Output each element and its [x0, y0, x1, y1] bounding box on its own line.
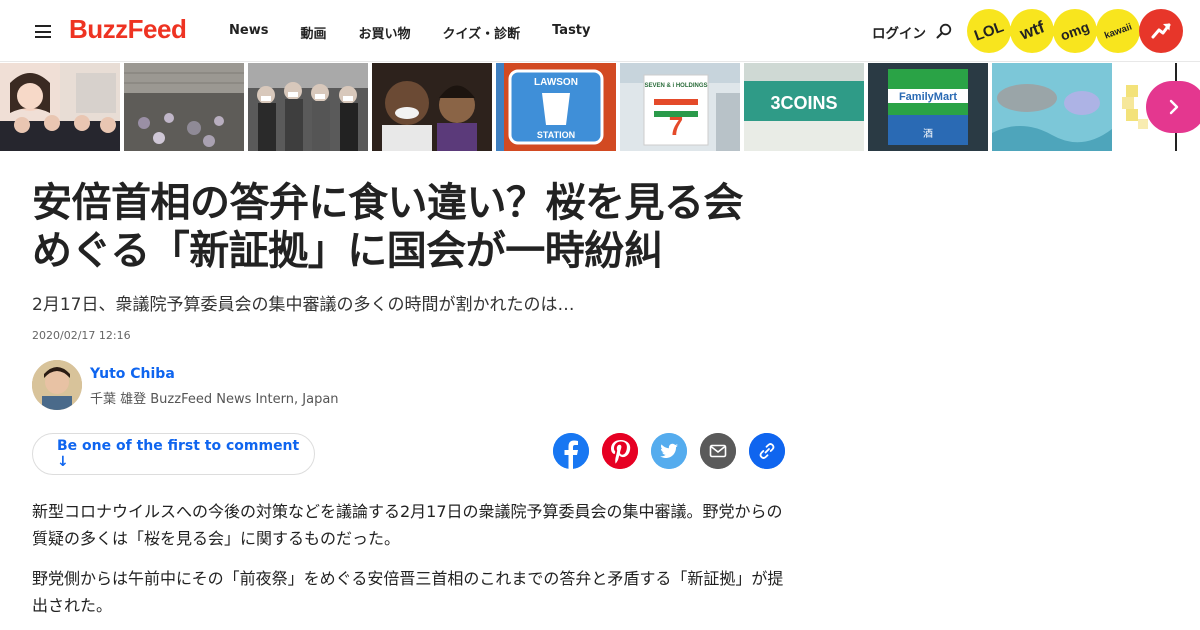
- thumb-3coins-image: 3COINS: [744, 63, 864, 151]
- thumb-sea-creature[interactable]: [992, 63, 1112, 151]
- thumb-sea-creature-image: [992, 63, 1112, 151]
- badge-lol[interactable]: LOL: [967, 9, 1011, 53]
- thumb-familymart[interactable]: FamilyMart 酒: [868, 63, 988, 151]
- trending-image-strip: LAWSON STATION SEVEN & i HOLDINGS 7 3COI…: [0, 63, 1200, 151]
- trending-arrow-icon: [1151, 23, 1171, 39]
- svg-text:FamilyMart: FamilyMart: [899, 91, 957, 103]
- article-paragraph-1: 新型コロナウイルスへの今後の対策などを議論する2月17日の衆議院予算委員会の集中…: [32, 502, 783, 548]
- badge-omg[interactable]: omg: [1053, 9, 1097, 53]
- article-timestamp: 2020/02/17 12:16: [32, 329, 131, 342]
- search-icon[interactable]: [936, 23, 952, 39]
- author-title: 千葉 雄登 BuzzFeed News Intern, Japan: [90, 392, 339, 407]
- main-nav: News 動画 お買い物 クイズ・診断 Tasty: [229, 23, 623, 42]
- badge-group: LOL wtf omg kawaii: [967, 9, 1183, 53]
- share-facebook-button[interactable]: [553, 433, 589, 469]
- thumb-familymart-image: FamilyMart 酒: [868, 63, 988, 151]
- svg-text:酒: 酒: [923, 128, 933, 140]
- login-link[interactable]: ログイン: [872, 22, 926, 42]
- nav-item-video[interactable]: 動画: [300, 23, 326, 42]
- hamburger-icon[interactable]: [35, 25, 51, 38]
- thumb-basketball-image: [372, 63, 492, 151]
- nav-item-news[interactable]: News: [229, 23, 268, 42]
- thumb-basketball-player[interactable]: [372, 63, 492, 151]
- comment-button[interactable]: Be one of the first to comment ↓: [32, 433, 315, 475]
- thumb-warehouse[interactable]: [124, 63, 244, 151]
- badge-kawaii[interactable]: kawaii: [1096, 9, 1140, 53]
- svg-text:SEVEN & i HOLDINGS: SEVEN & i HOLDINGS: [644, 83, 707, 89]
- strip-next-button[interactable]: [1146, 81, 1200, 133]
- thumb-people[interactable]: [0, 63, 120, 151]
- thumb-seven-eleven-image: SEVEN & i HOLDINGS 7: [620, 63, 740, 151]
- svg-text:LAWSON: LAWSON: [534, 77, 578, 88]
- share-pinterest-button[interactable]: [602, 433, 638, 469]
- author-avatar[interactable]: [32, 360, 82, 410]
- author-avatar-image: [32, 360, 82, 410]
- thumb-crowd-masks[interactable]: [248, 63, 368, 151]
- site-header: BuzzFeed News 動画 お買い物 クイズ・診断 Tasty ログイン …: [0, 0, 1200, 62]
- thumb-seven-eleven[interactable]: SEVEN & i HOLDINGS 7: [620, 63, 740, 151]
- thumb-people-image: [0, 63, 120, 151]
- trending-button[interactable]: [1139, 9, 1183, 53]
- article-headline: 安倍首相の答弁に食い違い？桜を見る会めぐる「新証拠」に国会が一時紛糾: [32, 180, 744, 274]
- nav-item-tasty[interactable]: Tasty: [552, 23, 590, 42]
- article-paragraph-2: 野党側からは午前中にその「前夜祭」をめぐる安倍晋三首相のこれまでの答弁と矛盾する…: [32, 569, 784, 615]
- svg-text:STATION: STATION: [537, 130, 575, 140]
- chevron-right-icon: [1169, 99, 1179, 115]
- nav-item-shopping[interactable]: お買い物: [358, 23, 410, 42]
- thumb-lawson-image: LAWSON STATION: [496, 63, 616, 151]
- nav-item-quiz[interactable]: クイズ・診断: [442, 23, 520, 42]
- author-name-link[interactable]: Yuto Chiba: [90, 366, 175, 382]
- pinterest-icon: [602, 433, 638, 469]
- badge-wtf[interactable]: wtf: [1010, 9, 1054, 53]
- buzzfeed-logo[interactable]: BuzzFeed: [69, 14, 187, 45]
- thumb-warehouse-image: [124, 63, 244, 151]
- share-email-button[interactable]: [700, 433, 736, 469]
- twitter-icon: [651, 433, 687, 469]
- thumb-lawson[interactable]: LAWSON STATION: [496, 63, 616, 151]
- link-icon: [749, 433, 785, 469]
- email-icon: [700, 433, 736, 469]
- article-subhead: 2月17日、衆議院予算委員会の集中審議の多くの時間が割かれたのは…: [32, 295, 575, 315]
- share-copy-link-button[interactable]: [749, 433, 785, 469]
- facebook-icon: [553, 433, 589, 469]
- thumb-crowd-image: [248, 63, 368, 151]
- svg-text:7: 7: [669, 111, 683, 141]
- thumb-3coins[interactable]: 3COINS: [744, 63, 864, 151]
- svg-text:3COINS: 3COINS: [770, 93, 837, 113]
- share-twitter-button[interactable]: [651, 433, 687, 469]
